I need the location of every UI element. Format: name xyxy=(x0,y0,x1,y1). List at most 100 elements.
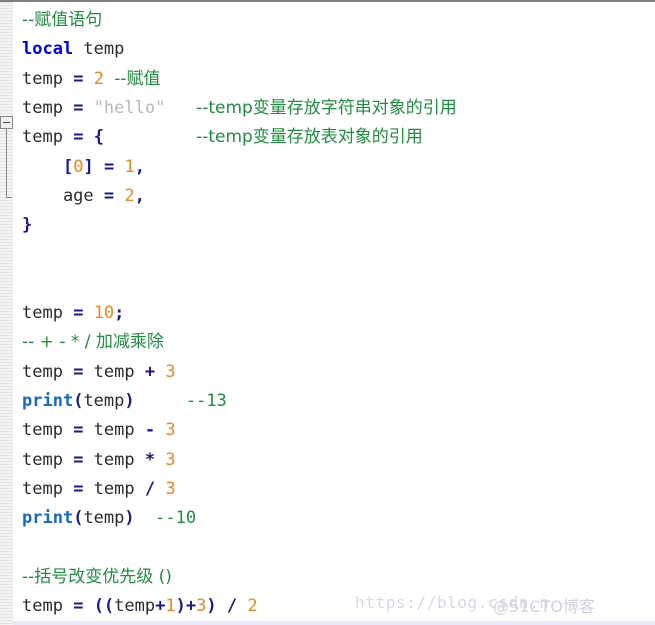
token-id xyxy=(83,303,93,323)
code-line[interactable]: } xyxy=(13,211,655,240)
token-cmt-cn: --赋值语句 xyxy=(22,10,103,30)
token-id: temp xyxy=(83,420,145,441)
code-line-text: temp = ((temp+1)+3) / 2 xyxy=(13,596,258,616)
token-id xyxy=(155,450,165,470)
token-id: temp xyxy=(22,420,74,441)
token-num: 3 xyxy=(165,420,176,441)
code-line-text: temp = { --temp变量存放表对象的引用 xyxy=(13,127,423,147)
token-op: = xyxy=(73,420,84,441)
token-id: temp xyxy=(22,127,74,148)
token-num: 2 xyxy=(124,185,135,206)
code-line[interactable]: print(temp) --10 xyxy=(13,504,655,533)
code-line[interactable]: age = 2, xyxy=(13,182,655,211)
code-line[interactable]: -- + - * / 加减乘除 xyxy=(13,328,655,357)
code-line[interactable]: temp = ((temp+1)+3) / 2 xyxy=(13,592,655,621)
token-id: temp xyxy=(83,508,125,529)
token-brk: } xyxy=(22,215,33,236)
token-id: temp xyxy=(22,303,74,323)
code-line-text: print(temp) --13 xyxy=(13,391,227,411)
code-line[interactable] xyxy=(13,270,655,299)
code-line[interactable]: temp = temp - 3 xyxy=(13,416,655,445)
token-op: = xyxy=(73,303,84,323)
code-line[interactable]: local temp xyxy=(13,35,655,64)
fold-range-line xyxy=(6,129,7,198)
token-id: temp xyxy=(22,361,74,382)
token-id: temp xyxy=(73,39,125,60)
token-op: - xyxy=(144,420,156,441)
token-brk: ( xyxy=(73,508,84,529)
token-fn: print xyxy=(22,508,74,529)
code-line-text: temp = temp * 3 xyxy=(13,450,176,470)
token-op: = xyxy=(73,596,84,616)
code-line-text: temp = temp / 3 xyxy=(13,479,176,499)
token-cmt-cn: --括号改变优先级 () xyxy=(22,566,172,587)
token-num: 2 xyxy=(93,68,104,89)
code-line[interactable]: temp = 10; xyxy=(13,299,655,328)
token-brk: ) xyxy=(124,508,135,529)
token-cmt-cn: --赋值 xyxy=(114,68,161,89)
code-line[interactable]: --括号改变优先级 () xyxy=(13,563,655,592)
token-cmt: --10 xyxy=(155,508,197,529)
token-brk: [ xyxy=(62,156,74,177)
token-id: temp xyxy=(83,390,125,411)
code-line[interactable]: temp = "hello" --temp变量存放字符串对象的引用 xyxy=(13,94,655,123)
token-id xyxy=(237,596,247,616)
fold-collapse-icon[interactable] xyxy=(0,116,13,129)
token-op: = xyxy=(73,68,84,89)
code-line-text: temp = temp + 3 xyxy=(13,362,176,382)
token-id xyxy=(114,157,124,177)
token-cmt-cn: --temp变量存放表对象的引用 xyxy=(196,127,423,148)
token-op: * xyxy=(144,449,156,470)
token-num: 3 xyxy=(165,361,176,382)
token-id xyxy=(104,127,196,147)
token-id: temp xyxy=(22,478,74,499)
code-editor[interactable]: --赋值语句 local temp temp = 2 --赋值 temp = "hel… xyxy=(0,0,655,625)
code-line-text: temp = "hello" --temp变量存放字符串对象的引用 xyxy=(13,98,457,118)
token-id xyxy=(83,127,93,147)
token-num: 10 xyxy=(93,303,115,323)
token-op: + xyxy=(144,361,156,382)
code-line[interactable]: temp = temp * 3 xyxy=(13,446,655,475)
token-id xyxy=(155,420,165,440)
code-line[interactable]: print(temp) --7 xyxy=(13,621,655,625)
token-id: age xyxy=(22,185,104,206)
code-line-text: local temp xyxy=(13,39,124,59)
token-num: 1 xyxy=(165,596,176,616)
token-brk: (( xyxy=(93,596,115,616)
token-brk: ) xyxy=(206,596,217,616)
code-line[interactable] xyxy=(13,240,655,269)
token-id xyxy=(104,69,114,89)
code-line[interactable]: temp = temp + 3 xyxy=(13,358,655,387)
editor-gutter[interactable] xyxy=(0,2,13,625)
code-line-text: print(temp) --10 xyxy=(13,508,196,528)
token-id: temp xyxy=(22,97,74,118)
token-op: = xyxy=(73,449,84,470)
token-op: = xyxy=(73,361,84,382)
token-id: temp xyxy=(22,68,74,89)
token-id xyxy=(135,391,186,411)
token-op: = xyxy=(73,478,84,499)
token-id: temp xyxy=(114,596,156,616)
token-num: 1 xyxy=(124,156,135,177)
token-op: / xyxy=(144,478,156,499)
token-op: + xyxy=(185,596,197,616)
token-id xyxy=(217,596,227,616)
token-id: temp xyxy=(22,449,74,470)
code-line-text: -- + - * / 加减乘除 xyxy=(13,332,164,352)
token-id xyxy=(83,596,93,616)
token-cmt-cn: -- + - * / 加减乘除 xyxy=(22,332,164,353)
code-content[interactable]: --赋值语句 local temp temp = 2 --赋值 temp = "hel… xyxy=(13,2,655,625)
code-line[interactable]: --赋值语句 xyxy=(13,6,655,35)
token-brk: ) xyxy=(175,596,186,616)
token-id xyxy=(155,362,165,382)
code-line[interactable]: temp = { --temp变量存放表对象的引用 xyxy=(13,123,655,152)
code-line[interactable]: temp = 2 --赋值 xyxy=(13,65,655,94)
token-op: = xyxy=(103,185,115,206)
code-line[interactable]: temp = temp / 3 xyxy=(13,475,655,504)
code-line-text: temp = 10; xyxy=(13,303,124,323)
code-line[interactable]: print(temp) --13 xyxy=(13,387,655,416)
code-line[interactable]: [0] = 1, xyxy=(13,153,655,182)
token-op: / xyxy=(226,596,238,616)
code-line[interactable] xyxy=(13,533,655,562)
